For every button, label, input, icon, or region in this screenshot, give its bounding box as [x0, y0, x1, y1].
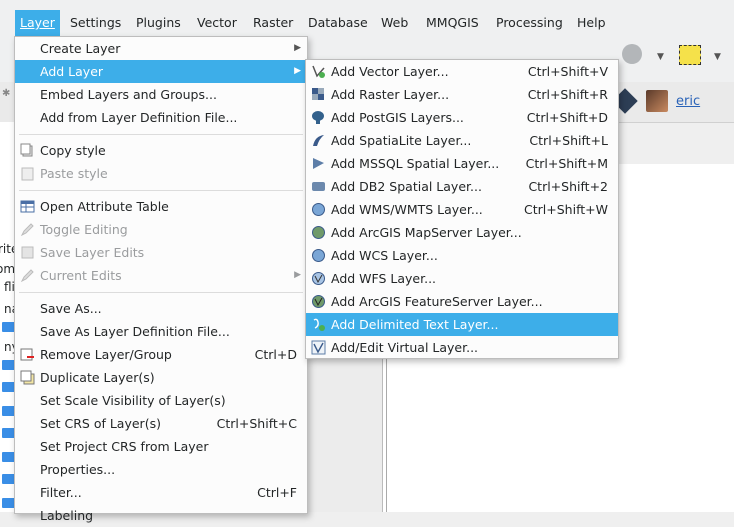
save-edits-icon: [21, 246, 34, 259]
chevron-down-icon[interactable]: ▼: [657, 52, 664, 62]
menu-settings[interactable]: Settings: [65, 10, 126, 36]
menu-separator: [19, 134, 303, 135]
postgis-icon: [312, 111, 324, 124]
delimited-text-icon: [313, 318, 325, 331]
menu-item-properties[interactable]: Properties...: [15, 458, 307, 481]
menu-item-add-wms-layer[interactable]: Add WMS/WMTS Layer... Ctrl+Shift+W: [306, 198, 618, 221]
menu-item-open-attribute-table[interactable]: Open Attribute Table: [15, 195, 307, 218]
menu-item-add-arcgis-featureserver[interactable]: Add ArcGIS FeatureServer Layer...: [306, 290, 618, 313]
menu-item-duplicate-layer[interactable]: Duplicate Layer(s): [15, 366, 307, 389]
menu-item-add-delimited-text-layer[interactable]: Add Delimited Text Layer...: [306, 313, 618, 336]
remove-layer-icon: [20, 348, 34, 361]
menu-item-add-virtual-layer[interactable]: Add/Edit Virtual Layer...: [306, 336, 618, 359]
menu-item-add-from-definition[interactable]: Add from Layer Definition File...: [15, 106, 307, 129]
menu-item-set-crs[interactable]: Set CRS of Layer(s) Ctrl+Shift+C: [15, 412, 307, 435]
menu-item-remove-layer[interactable]: Remove Layer/Group Ctrl+D: [15, 343, 307, 366]
menu-item-add-wfs-layer[interactable]: Add WFS Layer...: [306, 267, 618, 290]
menu-item-add-arcgis-mapserver[interactable]: Add ArcGIS MapServer Layer...: [306, 221, 618, 244]
menu-item-create-layer[interactable]: Create Layer ▶: [15, 37, 307, 60]
arcgis-mapserver-icon: [312, 226, 325, 239]
menu-mmqgis[interactable]: MMQGIS: [421, 10, 484, 36]
current-edits-icon: [20, 269, 34, 283]
menu-item-add-db2-layer[interactable]: Add DB2 Spatial Layer... Ctrl+Shift+2: [306, 175, 618, 198]
wms-globe-icon: [312, 203, 325, 216]
menu-item-current-edits[interactable]: Current Edits ▶: [15, 264, 307, 287]
mssql-icon: [313, 158, 324, 169]
user-link[interactable]: eric: [676, 94, 700, 109]
menu-item-toggle-editing[interactable]: Toggle Editing: [15, 218, 307, 241]
layer-menu: Create Layer ▶ Add Layer ▶ Embed Layers an…: [14, 36, 308, 523]
menu-item-add-mssql-layer[interactable]: Add MSSQL Spatial Layer... Ctrl+Shift+M: [306, 152, 618, 175]
wfs-globe-icon: [312, 272, 325, 285]
raster-layer-icon: [312, 88, 324, 100]
menu-database[interactable]: Database: [303, 10, 373, 36]
menu-item-add-postgis-layers[interactable]: Add PostGIS Layers... Ctrl+Shift+D: [306, 106, 618, 129]
menu-item-save-layer-edits[interactable]: Save Layer Edits: [15, 241, 307, 264]
menu-item-embed-layers[interactable]: Embed Layers and Groups...: [15, 83, 307, 106]
db2-icon: [312, 182, 325, 191]
menu-item-save-as-definition[interactable]: Save As Layer Definition File...: [15, 320, 307, 343]
paste-style-icon: [21, 167, 34, 181]
duplicate-layer-icon: [20, 370, 35, 385]
menu-item-add-wcs-layer[interactable]: Add WCS Layer...: [306, 244, 618, 267]
menu-item-set-project-crs[interactable]: Set Project CRS from Layer: [15, 435, 307, 458]
select-features-icon[interactable]: [679, 45, 701, 65]
menu-item-save-as[interactable]: Save As...: [15, 297, 307, 320]
menu-item-paste-style[interactable]: Paste style: [15, 162, 307, 185]
virtual-layer-icon: [311, 340, 326, 355]
menu-bar: Layer Settings Plugins Vector Raster Dat…: [0, 0, 734, 38]
copy-style-icon: [20, 143, 33, 157]
menu-help[interactable]: Help: [572, 10, 611, 36]
arcgis-featureserver-icon: [312, 295, 325, 308]
wcs-globe-icon: [312, 249, 325, 262]
menu-item-add-vector-layer[interactable]: Add Vector Layer... Ctrl+Shift+V: [306, 60, 618, 83]
pencil-icon: [20, 223, 34, 237]
menu-separator: [19, 292, 303, 293]
menu-item-labeling[interactable]: Labeling: [15, 504, 307, 527]
menu-raster[interactable]: Raster: [248, 10, 298, 36]
menu-processing[interactable]: Processing: [491, 10, 568, 36]
menu-item-set-scale-visibility[interactable]: Set Scale Visibility of Layer(s): [15, 389, 307, 412]
menu-separator: [19, 190, 303, 191]
menu-layer[interactable]: Layer: [15, 10, 60, 36]
toolbar-handle-icon: ✱: [2, 88, 11, 99]
chevron-down-icon[interactable]: ▼: [714, 52, 721, 62]
menu-item-filter[interactable]: Filter... Ctrl+F: [15, 481, 307, 504]
user-area: eric: [612, 88, 700, 114]
panel-text-fragment: om: [0, 262, 16, 276]
attribute-table-icon: [20, 200, 35, 213]
avatar[interactable]: [646, 90, 668, 112]
menu-item-copy-style[interactable]: Copy style: [15, 139, 307, 162]
menu-item-add-spatialite-layer[interactable]: Add SpatiaLite Layer... Ctrl+Shift+L: [306, 129, 618, 152]
menu-web[interactable]: Web: [376, 10, 413, 36]
spatialite-icon: [313, 135, 324, 146]
menu-item-add-raster-layer[interactable]: Add Raster Layer... Ctrl+Shift+R: [306, 83, 618, 106]
add-layer-submenu: Add Vector Layer... Ctrl+Shift+V Add Rast…: [305, 59, 619, 359]
menu-vector[interactable]: Vector: [192, 10, 242, 36]
menu-plugins[interactable]: Plugins: [131, 10, 186, 36]
gear-icon[interactable]: [622, 44, 642, 64]
vector-layer-icon: [312, 65, 325, 78]
menu-item-add-layer[interactable]: Add Layer ▶: [15, 60, 307, 83]
